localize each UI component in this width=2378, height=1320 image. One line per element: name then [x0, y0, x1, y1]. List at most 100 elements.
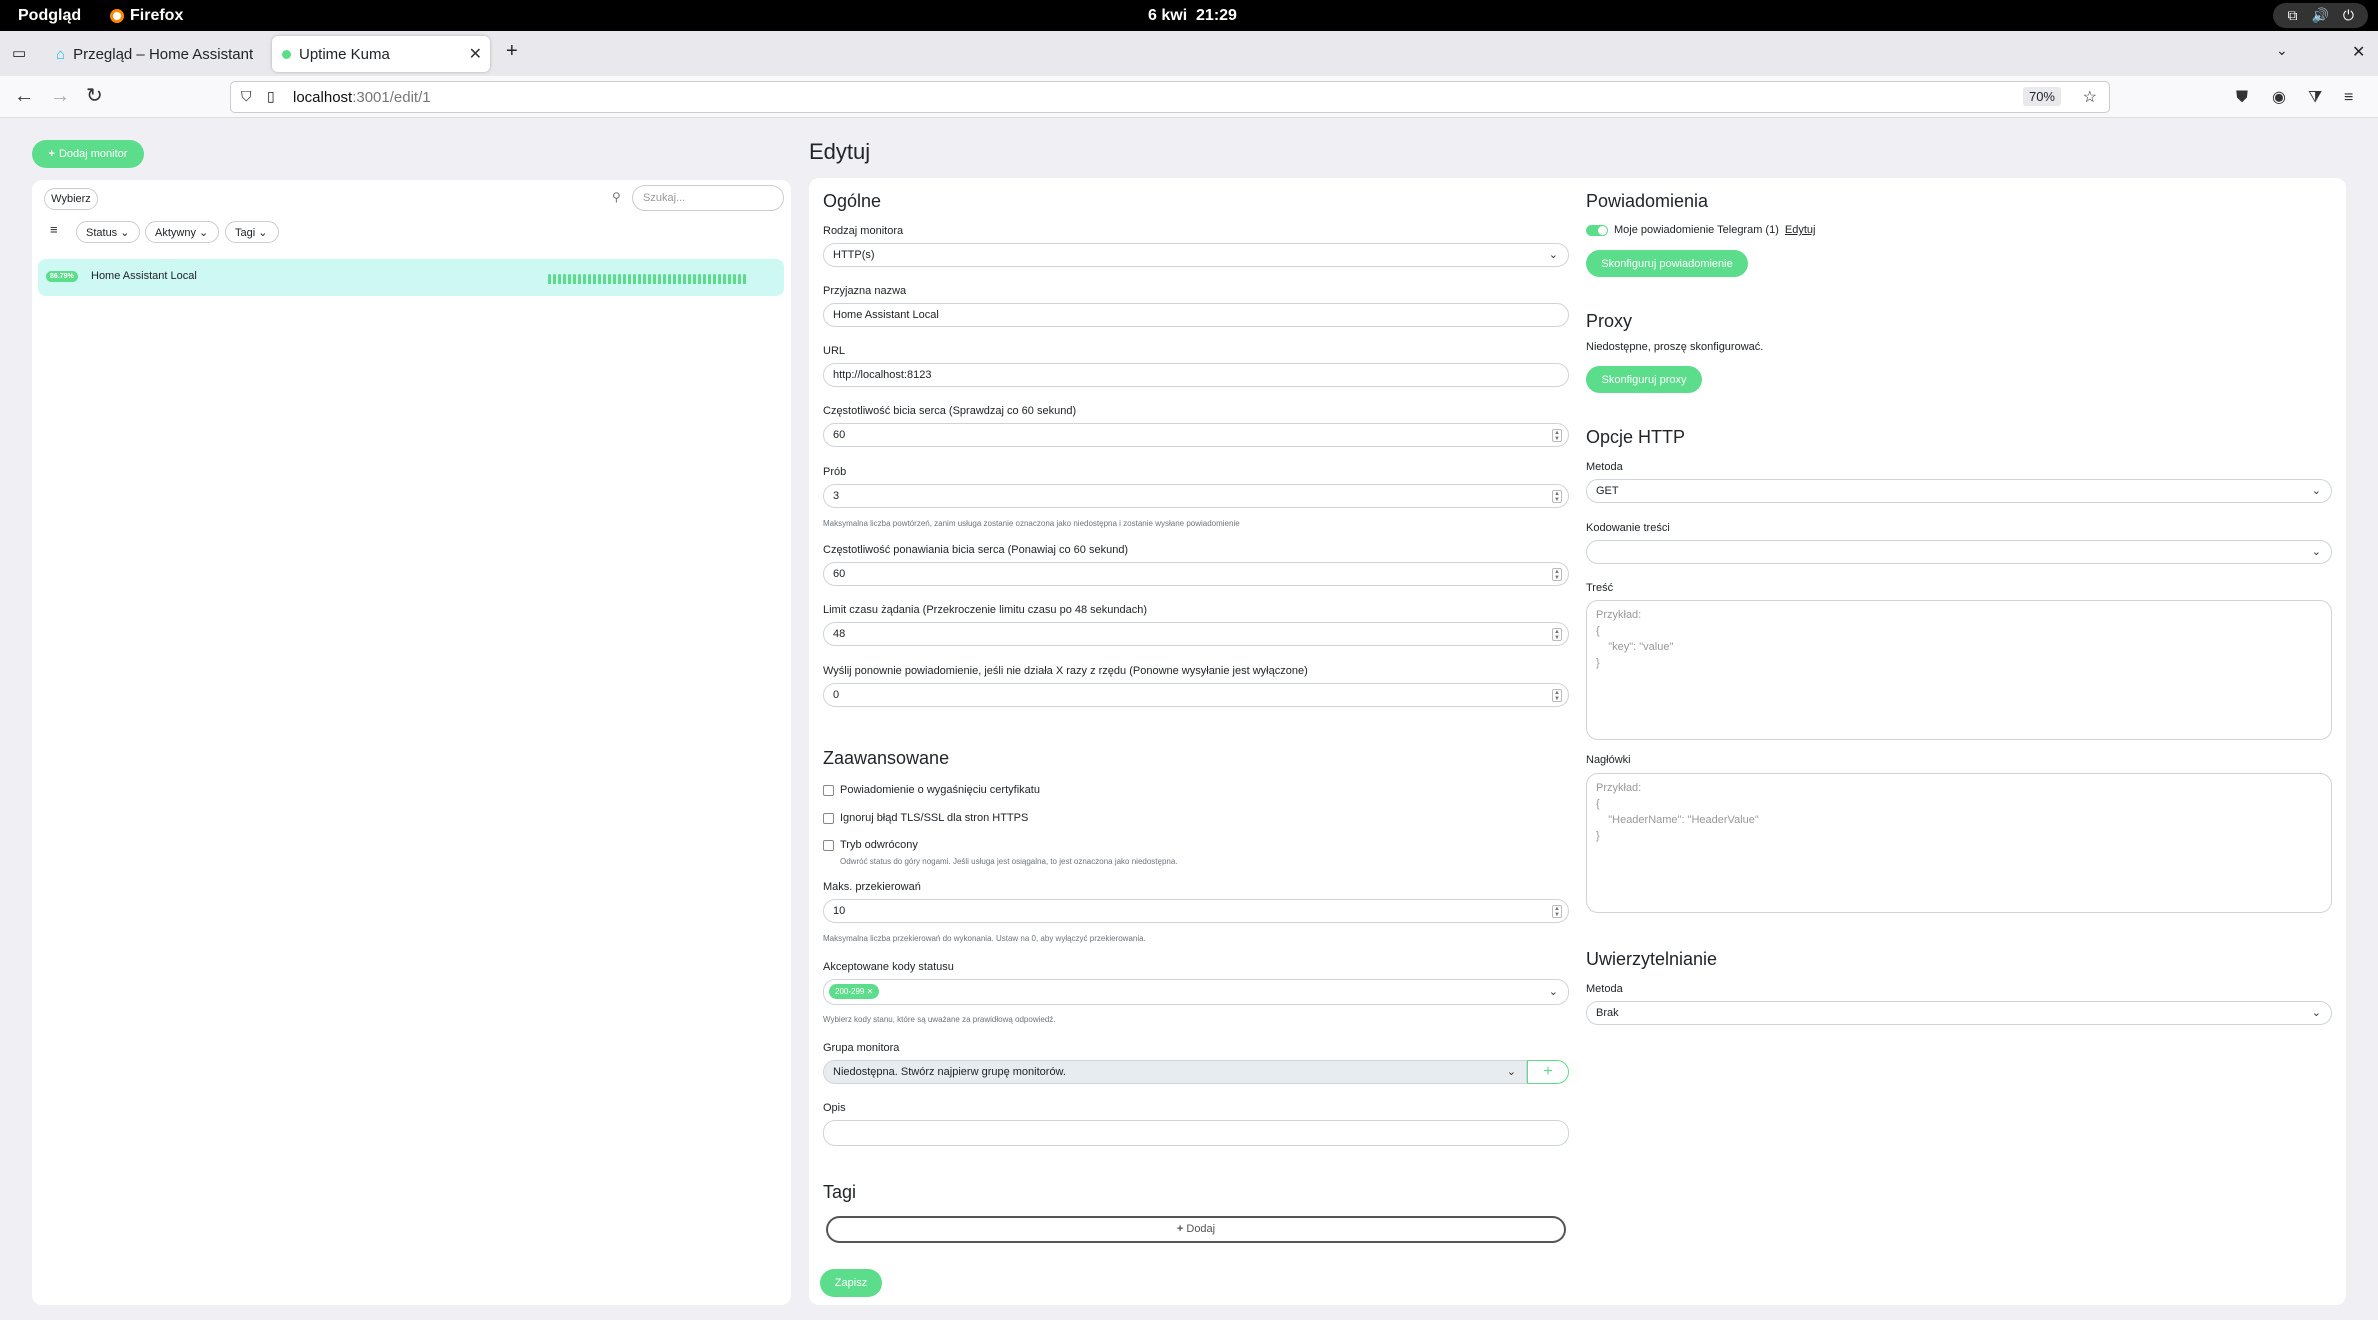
stepper-icon[interactable]: ▲ ▼ [1552, 689, 1562, 702]
stepper-icon[interactable]: ▲ ▼ [1552, 568, 1562, 581]
clock[interactable]: 6 kwi 21:29 [1148, 7, 1237, 25]
ignore-tls-checkbox[interactable]: Ignoruj błąd TLS/SSL dla stron HTTPS [823, 812, 1028, 824]
heartbeat-beat [558, 274, 561, 284]
checkbox[interactable] [823, 812, 834, 824]
navigation-bar: ← → ↻ ⛉ ▯ localhost:3001/edit/1 70% ☆ ⛊ … [0, 76, 2378, 118]
url-bar[interactable]: ⛉ ▯ localhost:3001/edit/1 70% ☆ [230, 81, 2110, 113]
save-button[interactable]: Zapisz [820, 1269, 882, 1297]
group-select[interactable]: Niedostępna. Stwórz najpierw grupę monit… [823, 1060, 1527, 1084]
resend-input[interactable]: 0 ▲ ▼ [823, 683, 1569, 707]
monitor-list-item[interactable]: 86.79% Home Assistant Local [38, 259, 784, 296]
description-input[interactable] [823, 1120, 1569, 1146]
body-label: Treść [1586, 582, 1614, 594]
edit-notification-link[interactable]: Edytuj [1785, 224, 1816, 236]
chevron-down-icon: ⌄ [2311, 546, 2321, 558]
stepper-icon[interactable]: ▲ ▼ [1552, 429, 1562, 442]
home-assistant-icon: ⌂ [56, 45, 66, 63]
filter-icon[interactable]: ≡ [50, 222, 58, 237]
headers-textarea[interactable]: Przykład: { "HeaderName": "HeaderValue" … [1586, 773, 2332, 913]
extensions-icon[interactable]: ⧩ [2308, 87, 2322, 109]
accepted-codes-label: Akceptowane kody statusu [823, 961, 954, 973]
firefox-icon [110, 9, 124, 23]
url-path: :3001/edit/1 [352, 89, 431, 106]
window-close-icon[interactable]: ✕ [2352, 42, 2365, 62]
uptime-badge: 86.79% [46, 271, 78, 282]
body-encoding-label: Kodowanie treści [1586, 522, 1670, 534]
tab-uptime-kuma[interactable]: Uptime Kuma ✕ [272, 36, 490, 72]
http-method-label: Metoda [1586, 461, 1623, 473]
heartbeat-beat [623, 274, 626, 284]
search-input[interactable]: Szukaj... [632, 185, 784, 211]
cert-expiry-checkbox[interactable]: Powiadomienie o wygaśnięciu certyfikatu [823, 784, 1040, 796]
checkbox[interactable] [823, 784, 834, 796]
interval-input[interactable]: 60 ▲ ▼ [823, 423, 1569, 447]
stepper-icon[interactable]: ▲ ▼ [1552, 490, 1562, 503]
system-tray[interactable]: ⧉ 🔊 ⏻ [2273, 3, 2368, 28]
max-redirects-value: 10 [833, 905, 846, 917]
stepper-icon[interactable]: ▲ ▼ [1552, 905, 1562, 918]
tab-home-assistant[interactable]: ⌂ Przegląd – Home Assistant [46, 36, 270, 72]
upside-down-checkbox[interactable]: Tryb odwrócony [823, 839, 918, 851]
filter-tags[interactable]: Tagi ⌄ [225, 221, 279, 243]
add-tag-label: Dodaj [1186, 1223, 1216, 1235]
close-icon[interactable]: ✕ [867, 987, 874, 996]
heartbeat-beat [573, 274, 576, 284]
back-arrow-icon[interactable]: ← [14, 85, 34, 107]
app-menu[interactable]: Firefox [110, 7, 183, 25]
http-method-select[interactable]: GET ⌄ [1586, 479, 2332, 503]
shield-icon[interactable]: ⛉ [241, 88, 252, 105]
heartbeat-beat [673, 274, 676, 284]
stepper-icon[interactable]: ▲ ▼ [1552, 628, 1562, 641]
add-monitor-button[interactable]: + Dodaj monitor [32, 140, 144, 168]
friendly-name-input[interactable]: Home Assistant Local [823, 303, 1569, 327]
monitor-type-label: Rodzaj monitora [823, 225, 904, 237]
heartbeat-beat [633, 274, 636, 284]
retry-interval-input[interactable]: 60 ▲ ▼ [823, 562, 1569, 586]
body-textarea[interactable]: Przykład: { "key": "value" } [1586, 600, 2332, 740]
notification-item[interactable]: Moje powiadomienie Telegram (1) Edytuj [1586, 224, 1815, 236]
new-tab-button[interactable]: + [506, 40, 518, 63]
select-button[interactable]: Wybierz [44, 188, 98, 210]
zoom-badge[interactable]: 70% [2022, 87, 2061, 106]
pocket-icon[interactable]: ⛊ [2236, 87, 2248, 109]
page-icon[interactable]: ▯ [267, 88, 275, 105]
reload-icon[interactable]: ↻ [86, 85, 103, 107]
tags-heading: Tagi [823, 1182, 857, 1202]
menu-icon[interactable]: ≡ [2344, 87, 2353, 109]
max-redirects-label: Maks. przekierowań [823, 881, 921, 893]
tab-title: Przegląd – Home Assistant [73, 45, 254, 63]
configure-notification-button[interactable]: Skonfiguruj powiadomienie [1586, 250, 1748, 277]
tab-overview-icon[interactable]: ▭ [12, 44, 26, 62]
max-redirects-input[interactable]: 10 ▲ ▼ [823, 899, 1569, 923]
auth-method-select[interactable]: Brak ⌄ [1586, 1001, 2332, 1025]
forward-arrow-icon[interactable]: → [50, 85, 70, 107]
filter-status[interactable]: Status ⌄ [76, 221, 140, 243]
filter-active[interactable]: Aktywny ⌄ [145, 221, 219, 243]
heartbeat-beat [548, 274, 551, 284]
timeout-value: 48 [833, 628, 846, 640]
timeout-input[interactable]: 48 ▲ ▼ [823, 622, 1569, 646]
retries-input[interactable]: 3 ▲ ▼ [823, 484, 1569, 508]
add-tag-button[interactable]: + Dodaj [826, 1216, 1566, 1243]
url-text[interactable]: localhost:3001/edit/1 [293, 89, 431, 106]
accepted-codes-select[interactable]: 200-299 ✕ ⌄ [823, 979, 1569, 1005]
heartbeat-beat [733, 274, 736, 284]
toggle-switch[interactable] [1586, 224, 1608, 236]
checkbox[interactable] [823, 839, 834, 851]
tab-list-chevron-icon[interactable]: ⌄ [2276, 42, 2288, 59]
http-method-value: GET [1596, 485, 1619, 497]
volume-icon: 🔊 [2311, 7, 2329, 23]
monitor-type-select[interactable]: HTTP(s) ⌄ [823, 243, 1569, 267]
status-code-tag[interactable]: 200-299 ✕ [829, 984, 880, 999]
body-encoding-select[interactable]: ⌄ [1586, 540, 2332, 564]
account-icon[interactable]: ◉ [2272, 87, 2286, 109]
add-group-button[interactable]: + [1527, 1060, 1569, 1084]
bookmark-star-icon[interactable]: ☆ [2083, 87, 2097, 107]
url-input[interactable]: http://localhost:8123 [823, 363, 1569, 387]
activities-button[interactable]: Podgląd [18, 7, 81, 25]
auth-method-value: Brak [1596, 1007, 1619, 1019]
heartbeat-beat [668, 274, 671, 284]
configure-proxy-button[interactable]: Skonfiguruj proxy [1586, 366, 1702, 393]
close-icon[interactable]: ✕ [469, 44, 482, 64]
url-host: localhost [293, 89, 353, 106]
